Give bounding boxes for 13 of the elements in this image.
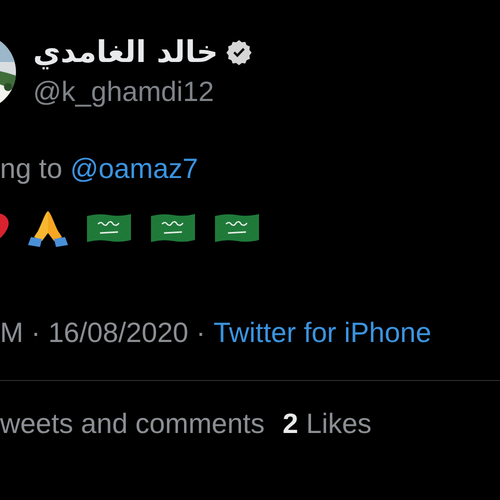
praying-hands-icon	[28, 209, 68, 247]
replying-to-text: ng to @oamaz7	[0, 152, 200, 186]
stat-label[interactable]: Likes	[306, 407, 372, 441]
flag-icon	[150, 212, 196, 244]
flag-icon	[214, 212, 260, 244]
display-name: خالد الغامدي	[33, 34, 218, 70]
mention-link[interactable]: @oamaz7	[70, 153, 198, 184]
source-link[interactable]: Twitter for iPhone	[213, 316, 432, 350]
flag-icon	[86, 212, 132, 244]
stat-count: 2	[282, 407, 298, 441]
user-handle: @k_ghamdi12	[33, 75, 215, 109]
stat-label[interactable]: weets and comments	[0, 407, 265, 441]
tweet-timestamp: M · 16/08/2020 ·	[0, 316, 206, 350]
